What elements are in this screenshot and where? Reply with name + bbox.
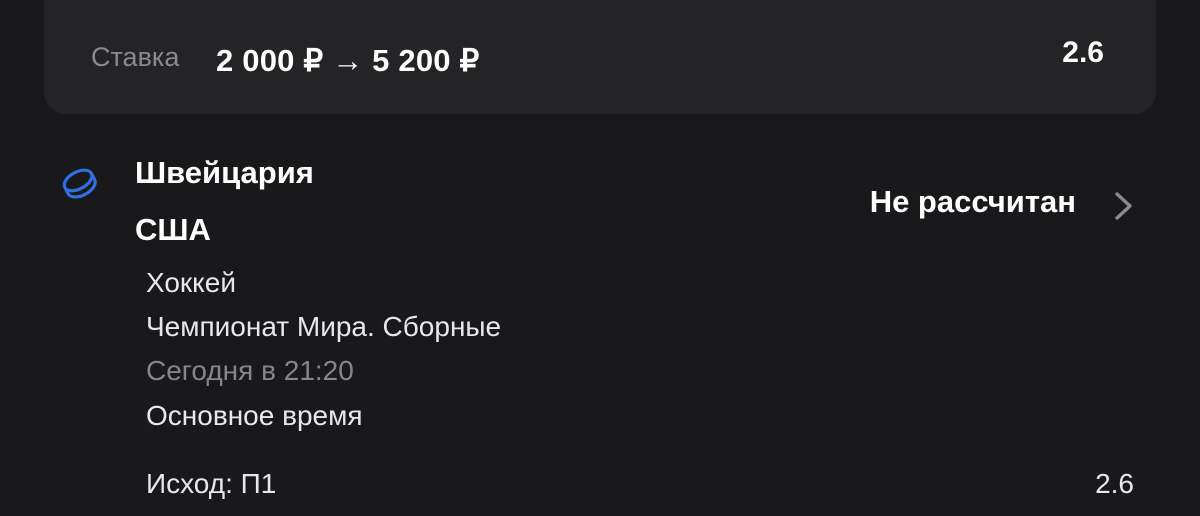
team-home: Швейцария <box>135 155 314 190</box>
stake-odds: 2.6 <box>1062 36 1104 69</box>
event-start-time: Сегодня в 21:20 <box>146 355 354 386</box>
chevron-right-icon[interactable] <box>1112 190 1136 222</box>
stake-card <box>44 0 1156 114</box>
settlement-status: Не рассчитан <box>869 184 1076 219</box>
stake-amount: 2 000 ₽ → 5 200 ₽ <box>216 43 480 78</box>
outcome-label: Исход: П1 <box>146 468 277 499</box>
bet-details-screen: Ставка 2 000 ₽ → 5 200 ₽ 2.6 Швейцария С… <box>0 0 1200 516</box>
stake-label: Ставка <box>91 42 180 72</box>
event-sport: Хоккей <box>146 267 236 298</box>
event-period: Основное время <box>146 400 363 431</box>
hockey-puck-icon <box>62 168 97 199</box>
event-league: Чемпионат Мира. Сборные <box>146 311 502 342</box>
team-away: США <box>135 212 211 247</box>
outcome-odds: 2.6 <box>1095 468 1134 499</box>
